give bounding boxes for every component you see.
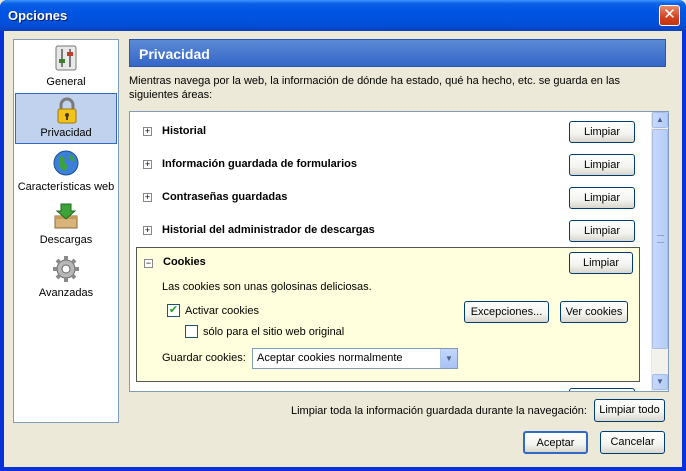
download-box-icon bbox=[54, 203, 78, 229]
original-site-only-checkbox[interactable] bbox=[185, 325, 198, 338]
scroll-down-button[interactable]: ▼ bbox=[652, 374, 668, 390]
clear-all-label: Limpiar toda la información guardada dur… bbox=[291, 405, 587, 417]
clear-passwords-button[interactable]: Limpiar bbox=[569, 187, 635, 209]
sidebar-item-label: Privacidad bbox=[40, 127, 92, 139]
privacy-item-form-data[interactable]: + Información guardada de formularios Li… bbox=[140, 149, 650, 182]
privacy-item-title: Historial bbox=[162, 125, 207, 137]
cookies-description: Las cookies son unas golosinas deliciosa… bbox=[162, 281, 372, 293]
expand-icon[interactable]: + bbox=[143, 193, 152, 202]
keep-cookies-label: Guardar cookies: bbox=[162, 352, 246, 364]
enable-cookies-label[interactable]: Activar cookies bbox=[185, 305, 259, 317]
keep-cookies-value: Aceptar cookies normalmente bbox=[257, 352, 403, 364]
scroll-thumb[interactable] bbox=[652, 129, 668, 349]
list-scrollbar[interactable]: ▲ ▼ bbox=[651, 112, 668, 391]
privacy-item-title: Contraseñas guardadas bbox=[162, 191, 288, 203]
privacy-item-title: Información guardada de formularios bbox=[162, 158, 357, 170]
privacy-item-passwords[interactable]: + Contraseñas guardadas Limpiar bbox=[140, 182, 650, 215]
category-sidebar: General Privacidad Características web D… bbox=[13, 39, 119, 423]
clear-history-button[interactable]: Limpiar bbox=[569, 121, 635, 143]
sidebar-item-advanced[interactable]: Avanzadas bbox=[15, 252, 117, 303]
cookies-title: Cookies bbox=[163, 256, 206, 268]
sidebar-item-label: Características web bbox=[17, 181, 115, 193]
ok-button[interactable]: Aceptar bbox=[523, 431, 588, 454]
arrow-up-icon: ▲ bbox=[656, 115, 664, 124]
chevron-down-icon[interactable]: ▼ bbox=[440, 349, 457, 368]
keep-cookies-select[interactable]: Aceptar cookies normalmente ▼ bbox=[252, 348, 458, 369]
sidebar-item-privacy[interactable]: Privacidad bbox=[15, 93, 117, 144]
exceptions-button[interactable]: Excepciones... bbox=[464, 301, 549, 323]
scroll-up-button[interactable]: ▲ bbox=[652, 112, 668, 128]
view-cookies-button[interactable]: Ver cookies bbox=[560, 301, 628, 323]
padlock-icon bbox=[57, 97, 77, 124]
privacy-item-cookies: − Cookies Limpiar Las cookies son unas g… bbox=[136, 247, 640, 382]
close-icon: ✕ bbox=[663, 6, 676, 23]
next-row-clear-button[interactable] bbox=[569, 388, 635, 391]
arrow-down-icon: ▼ bbox=[656, 377, 664, 386]
clear-cookies-button[interactable]: Limpiar bbox=[569, 252, 633, 274]
expand-icon[interactable]: + bbox=[143, 226, 152, 235]
sidebar-item-label: General bbox=[46, 76, 86, 88]
title-bar[interactable]: Opciones ✕ bbox=[0, 0, 686, 31]
sidebar-item-label: Descargas bbox=[39, 234, 93, 246]
panel-title: Privacidad bbox=[129, 39, 666, 67]
privacy-item-history[interactable]: + Historial Limpiar bbox=[140, 116, 650, 149]
clear-all-button[interactable]: Limpiar todo bbox=[594, 399, 665, 422]
sidebar-item-general[interactable]: General bbox=[15, 41, 117, 92]
clear-download-history-button[interactable]: Limpiar bbox=[569, 220, 635, 242]
clear-form-data-button[interactable]: Limpiar bbox=[569, 154, 635, 176]
sidebar-item-label: Avanzadas bbox=[38, 287, 94, 299]
globe-icon bbox=[53, 150, 79, 176]
gear-icon bbox=[53, 256, 79, 282]
cancel-button[interactable]: Cancelar bbox=[600, 431, 665, 454]
window-title: Opciones bbox=[8, 8, 68, 23]
collapse-icon[interactable]: − bbox=[144, 259, 153, 268]
expand-icon[interactable]: + bbox=[143, 127, 152, 136]
privacy-intro-text: Mientras navega por la web, la informaci… bbox=[129, 75, 621, 101]
enable-cookies-checkbox[interactable]: ✔ bbox=[167, 304, 180, 317]
options-window: Opciones ✕ General Privacidad Caracterís… bbox=[0, 0, 686, 471]
sidebar-item-downloads[interactable]: Descargas bbox=[15, 199, 117, 250]
privacy-items-list[interactable]: + Historial Limpiar + Información guarda… bbox=[129, 111, 669, 392]
privacy-item-download-history[interactable]: + Historial del administrador de descarg… bbox=[140, 215, 650, 248]
dialog-client-area: General Privacidad Características web D… bbox=[4, 31, 682, 467]
sidebar-item-web-features[interactable]: Características web bbox=[15, 146, 117, 197]
grip-icon bbox=[657, 235, 664, 243]
checkmark-icon: ✔ bbox=[168, 304, 179, 316]
privacy-item-title: Historial del administrador de descargas bbox=[162, 224, 375, 236]
original-site-only-label[interactable]: sólo para el sitio web original bbox=[203, 326, 344, 338]
general-sliders-icon bbox=[55, 45, 77, 71]
close-button[interactable]: ✕ bbox=[659, 5, 680, 26]
expand-icon[interactable]: + bbox=[143, 160, 152, 169]
